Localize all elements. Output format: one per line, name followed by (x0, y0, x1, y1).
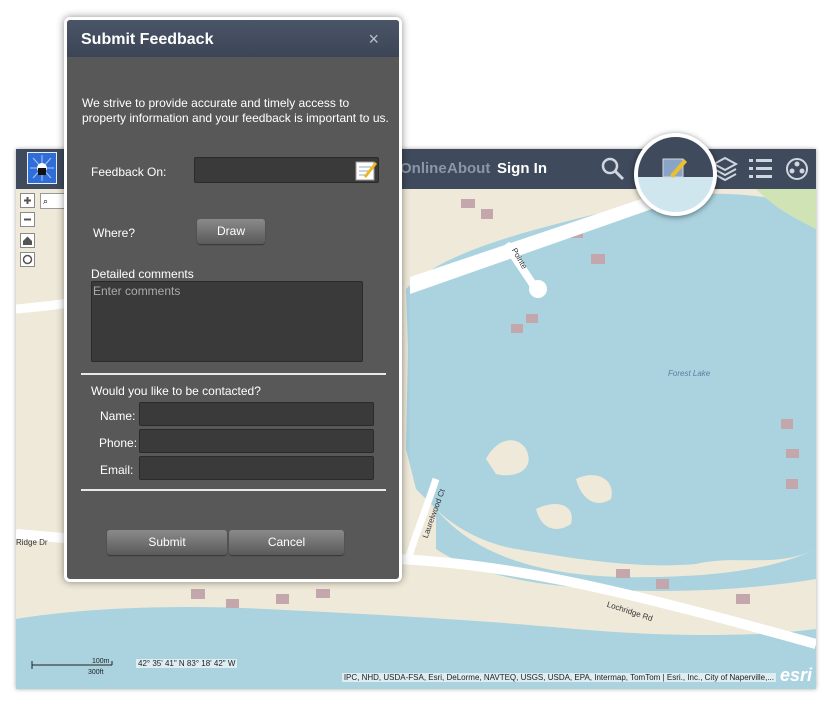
zoom-out-button[interactable] (20, 212, 35, 227)
contact-question: Would you like to be contacted? (91, 384, 261, 398)
submit-button[interactable]: Submit (107, 530, 227, 555)
divider (81, 489, 386, 491)
map-attribution: IPC, NHD, USDA-FSA, Esri, DeLorme, NAVTE… (341, 673, 776, 682)
nav-sign-in[interactable]: Sign In (497, 160, 547, 177)
search-icon[interactable] (598, 154, 628, 184)
esri-logo: esri (779, 665, 812, 685)
name-label: Name: (100, 409, 136, 423)
scale-label-meters: 100m (92, 658, 110, 665)
search-icon: ⌕ (43, 196, 49, 206)
close-icon[interactable]: × (368, 29, 379, 50)
feedback-on-field[interactable] (194, 157, 379, 183)
dialog-title: Submit Feedback (81, 31, 214, 48)
lake-label: Forest Lake (668, 369, 711, 378)
feedback-icon[interactable] (662, 157, 688, 186)
draw-button[interactable]: Draw (197, 219, 265, 244)
legend-icon[interactable] (746, 154, 776, 184)
dialog-intro-text: We strive to provide accurate and timely… (82, 96, 389, 125)
phone-field[interactable] (139, 429, 374, 453)
dialog-header: Submit Feedback × (67, 20, 399, 57)
film-icon[interactable] (782, 154, 812, 184)
comments-placeholder: Enter comments (93, 284, 181, 298)
magnifier-callout (634, 133, 717, 216)
email-field[interactable] (139, 456, 374, 480)
road-label: Ridge Dr (16, 538, 48, 547)
feedback-on-label: Feedback On: (91, 165, 167, 179)
cancel-button[interactable]: Cancel (229, 530, 344, 555)
scale-label-feet: 300ft (88, 669, 104, 676)
notepad-icon[interactable] (355, 159, 377, 186)
where-label: Where? (93, 226, 136, 240)
home-button[interactable] (20, 233, 35, 248)
search-input[interactable]: ⌕ (40, 193, 66, 209)
nav-online[interactable]: Online (400, 160, 447, 177)
phone-label: Phone: (99, 436, 138, 450)
comments-label: Detailed comments (91, 267, 194, 281)
app-logo-icon (27, 152, 57, 184)
nav-about[interactable]: About (447, 160, 490, 177)
submit-feedback-dialog: Submit Feedback × We strive to provide a… (64, 17, 402, 582)
name-field[interactable] (139, 402, 374, 426)
coordinate-readout: 42° 35' 41" N 83° 18' 42" W (136, 659, 238, 668)
comments-textarea[interactable]: Enter comments (91, 281, 363, 362)
zoom-in-button[interactable] (20, 193, 35, 208)
email-label: Email: (100, 463, 134, 477)
divider (81, 373, 386, 375)
locate-button[interactable] (20, 252, 35, 267)
